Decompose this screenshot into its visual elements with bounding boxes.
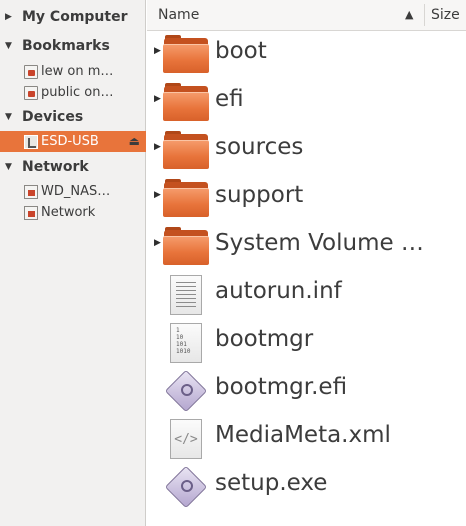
file-name: MediaMeta.xml <box>215 422 391 448</box>
section-bookmarks[interactable]: ▼ Bookmarks <box>0 35 146 57</box>
file-name: efi <box>215 86 244 112</box>
file-name: bootmgr.efi <box>215 374 348 400</box>
sidebar-item-bookmark-lew[interactable]: lew on m… <box>0 61 146 82</box>
network-share-icon <box>24 64 38 79</box>
eject-icon[interactable]: ⏏ <box>129 134 140 148</box>
file-row-mediameta[interactable]: </> MediaMeta.xml <box>147 413 466 461</box>
expander-icon[interactable]: ▶ <box>154 190 161 200</box>
file-row-bootmgr[interactable]: 1 10 101 1010 bootmgr <box>147 317 466 365</box>
file-name: System Volume … <box>215 230 424 256</box>
file-name: sources <box>215 134 304 160</box>
file-name: support <box>215 182 304 208</box>
folder-icon <box>163 179 209 217</box>
file-name: setup.exe <box>215 470 328 496</box>
usb-drive-icon <box>24 134 38 149</box>
folder-icon <box>163 131 209 169</box>
section-label: Bookmarks <box>22 38 110 54</box>
sidebar-item-label: public on… <box>41 85 114 100</box>
sidebar-item-label: WD_NAS… <box>41 184 111 199</box>
expander-icon[interactable]: ▶ <box>154 46 161 56</box>
column-divider[interactable] <box>424 4 425 26</box>
folder-icon <box>163 35 209 73</box>
file-name: boot <box>215 38 267 64</box>
file-name: autorun.inf <box>215 278 342 304</box>
file-row-system-volume[interactable]: ▶ System Volume … <box>147 221 466 269</box>
sidebar-item-wd-nas[interactable]: WD_NAS… <box>0 181 146 202</box>
file-row-bootmgr-efi[interactable]: bootmgr.efi <box>147 365 466 413</box>
column-header-name[interactable]: Name <box>158 7 199 23</box>
sidebar-item-esd-usb[interactable]: ESD-USB ⏏ <box>0 131 146 152</box>
sidebar-item-label: ESD-USB <box>41 134 99 149</box>
sidebar-item-bookmark-public[interactable]: public on… <box>0 82 146 103</box>
sidebar-item-label: lew on m… <box>41 64 114 79</box>
folder-icon <box>163 83 209 121</box>
section-label: Network <box>22 159 89 175</box>
xml-file-icon: </> <box>163 419 209 459</box>
text-file-icon <box>163 275 209 315</box>
file-row-setup[interactable]: setup.exe <box>147 461 466 509</box>
executable-file-icon <box>163 465 209 509</box>
expander-icon[interactable]: ▶ <box>154 142 161 152</box>
file-row-support[interactable]: ▶ support <box>147 173 466 221</box>
binary-file-icon: 1 10 101 1010 <box>163 323 209 363</box>
section-my-computer[interactable]: ▶ My Computer <box>0 6 146 28</box>
column-header: Name ▲ Size <box>147 0 466 31</box>
expander-expanded-icon[interactable]: ▼ <box>5 41 14 51</box>
network-share-icon <box>24 85 38 100</box>
sidebar-item-label: Network <box>41 205 96 220</box>
column-header-size[interactable]: Size <box>431 7 460 23</box>
sidebar-item-network[interactable]: Network <box>0 202 146 223</box>
section-label: Devices <box>22 109 84 125</box>
expander-icon[interactable]: ▶ <box>154 238 161 248</box>
folder-icon <box>163 227 209 265</box>
network-icon <box>24 205 38 220</box>
file-name: bootmgr <box>215 326 314 352</box>
section-network[interactable]: ▼ Network <box>0 156 146 178</box>
expander-collapsed-icon[interactable]: ▶ <box>5 12 14 22</box>
file-row-sources[interactable]: ▶ sources <box>147 125 466 173</box>
file-row-efi[interactable]: ▶ efi <box>147 77 466 125</box>
executable-file-icon <box>163 369 209 413</box>
sort-ascending-icon[interactable]: ▲ <box>405 8 413 21</box>
sidebar: ▶ My Computer ▼ Bookmarks lew on m… publ… <box>0 0 146 526</box>
file-row-boot[interactable]: ▶ boot <box>147 29 466 77</box>
file-list: Name ▲ Size ▶ boot ▶ efi ▶ sources ▶ sup… <box>147 0 466 526</box>
expander-icon[interactable]: ▶ <box>154 94 161 104</box>
expander-expanded-icon[interactable]: ▼ <box>5 162 14 172</box>
section-devices[interactable]: ▼ Devices <box>0 106 146 128</box>
network-server-icon <box>24 184 38 199</box>
file-row-autorun[interactable]: autorun.inf <box>147 269 466 317</box>
section-label: My Computer <box>22 9 128 25</box>
expander-expanded-icon[interactable]: ▼ <box>5 112 14 122</box>
